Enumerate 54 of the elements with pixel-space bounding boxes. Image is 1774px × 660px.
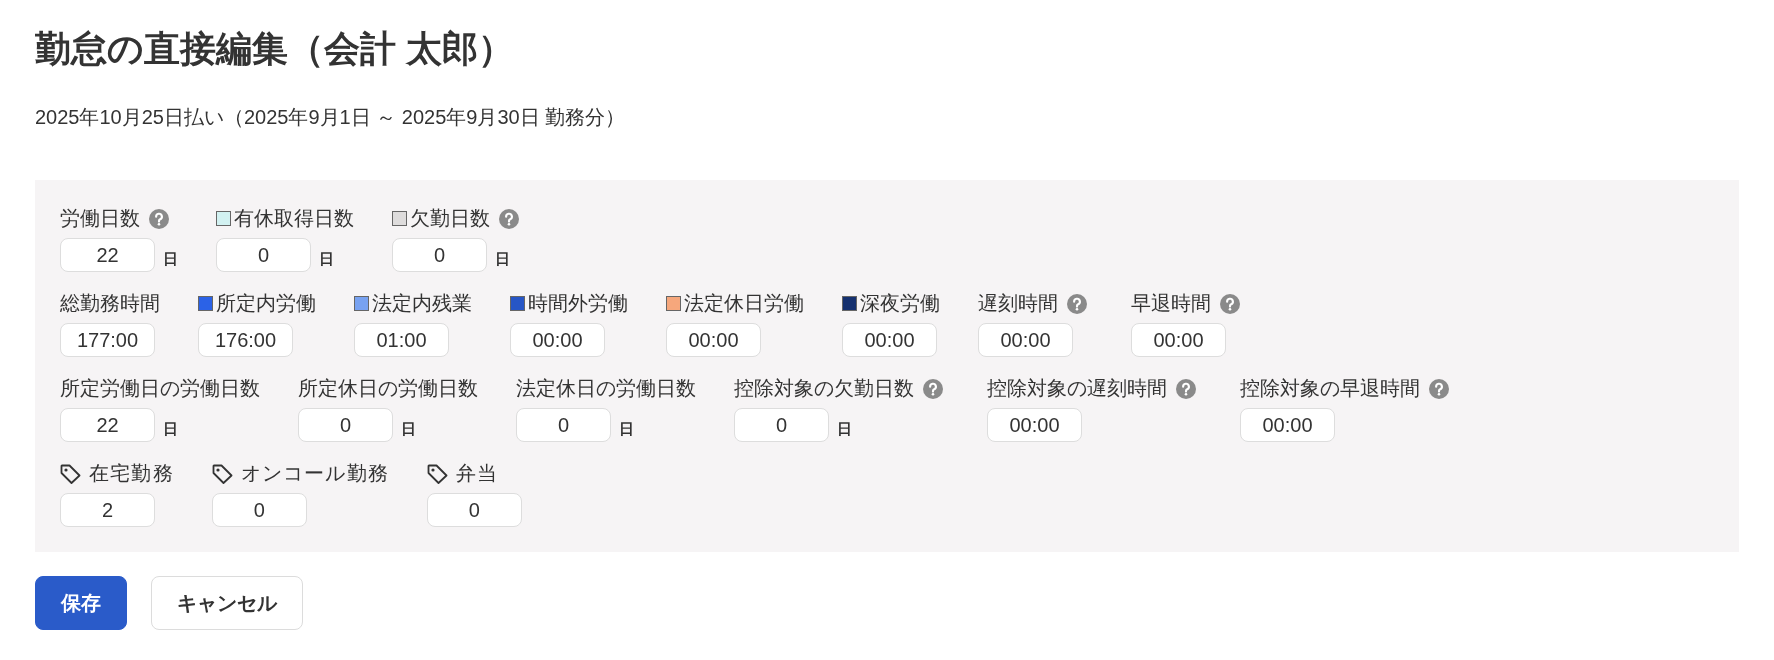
field-label: 欠勤日数 [410, 206, 490, 232]
input-field[interactable]: 01:00 [354, 323, 449, 358]
unit-label: 日 [319, 248, 334, 266]
field-label: 法定内残業 [372, 291, 472, 317]
input-field[interactable]: 00:00 [842, 323, 937, 358]
field-label: 遅刻時間 [978, 291, 1058, 317]
field-label: 控除対象の遅刻時間 [987, 376, 1167, 402]
input-field[interactable]: 0 [392, 238, 487, 273]
input-field[interactable]: 177:00 [60, 323, 155, 358]
field-label: 在宅勤務 [89, 461, 174, 487]
field-label: オンコール勤務 [240, 461, 389, 487]
input-field[interactable]: 22 [60, 238, 155, 273]
input-field[interactable]: 0 [211, 493, 307, 528]
input-field[interactable]: 0 [426, 493, 522, 528]
field-label: 控除対象の欠勤日数 [734, 376, 914, 402]
input-field[interactable]: 00:00 [1131, 323, 1226, 358]
input-field[interactable]: 00:00 [978, 323, 1073, 358]
period-subtitle: 2025年10月25日払い（2025年9月1日 ～ 2025年9月30日 勤務分） [35, 105, 627, 131]
input-field[interactable]: 00:00 [666, 323, 761, 358]
field-label: 有休取得日数 [234, 206, 354, 232]
field-label: 控除対象の早退時間 [1240, 376, 1420, 402]
input-field[interactable]: 0 [734, 408, 829, 443]
unit-label: 日 [495, 248, 510, 266]
field-label: 労働日数 [60, 206, 140, 232]
input-field[interactable]: 176:00 [198, 323, 293, 358]
field-label: 早退時間 [1131, 291, 1211, 317]
unit-label: 日 [619, 418, 634, 436]
unit-label: 日 [163, 248, 178, 266]
input-field[interactable]: 0 [298, 408, 393, 443]
unit-label: 日 [401, 418, 416, 436]
field-label: 法定休日の労働日数 [516, 376, 696, 402]
unit-label: 日 [163, 418, 178, 436]
field-label: 所定休日の労働日数 [298, 376, 478, 402]
tag-icon [426, 463, 448, 484]
input-field[interactable]: 22 [60, 408, 155, 443]
field-label: 所定内労働 [216, 291, 316, 317]
tag-icon [60, 463, 81, 484]
cancel-button[interactable]: キャンセル [151, 576, 303, 631]
page-title: 勤怠の直接編集（会計 太郎） [35, 27, 515, 71]
input-field[interactable]: 0 [216, 238, 311, 273]
field-label: 深夜労働 [860, 291, 940, 317]
field-label: 所定労働日の労働日数 [60, 376, 260, 402]
input-field[interactable]: 00:00 [1240, 408, 1335, 443]
field-label: 法定休日労働 [684, 291, 804, 317]
field-label: 総勤務時間 [60, 291, 160, 317]
tag-icon [211, 463, 233, 484]
input-field[interactable]: 0 [516, 408, 611, 443]
input-field[interactable]: 2 [60, 493, 155, 528]
field-label: 弁当 [455, 461, 499, 487]
input-field[interactable]: 00:00 [987, 408, 1082, 443]
save-button[interactable]: 保存 [35, 576, 127, 631]
input-field[interactable]: 00:00 [510, 323, 605, 358]
field-label: 時間外労働 [528, 291, 628, 317]
unit-label: 日 [837, 418, 852, 436]
